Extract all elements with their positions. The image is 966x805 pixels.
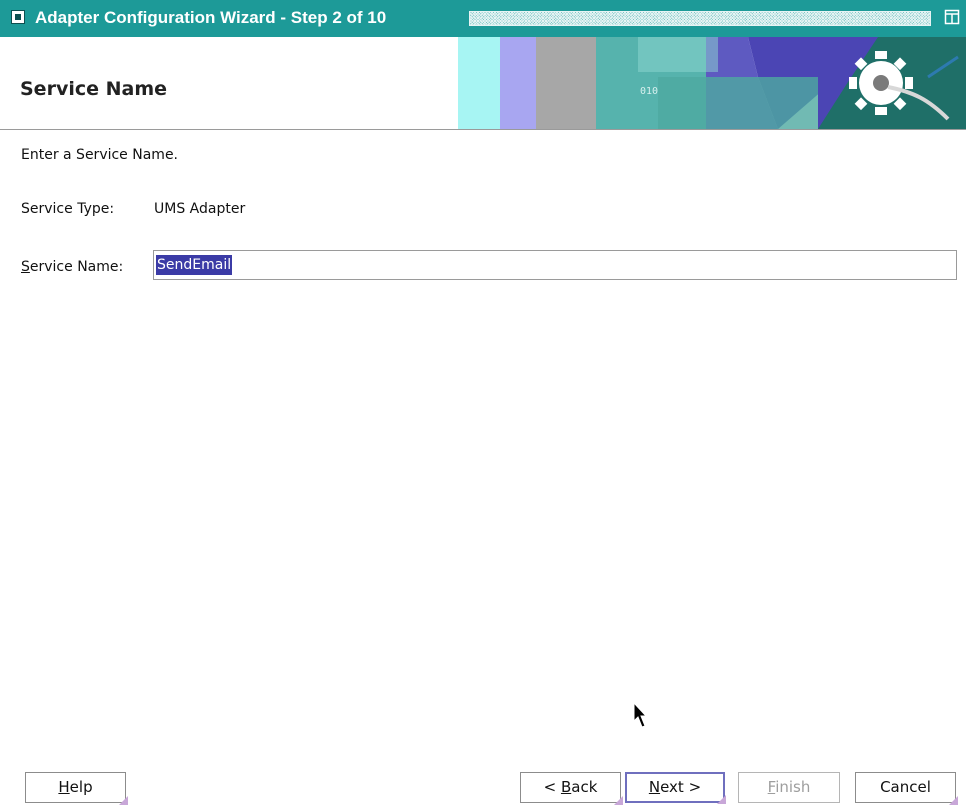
service-type-label: Service Type:: [21, 201, 115, 217]
page-title: Service Name: [20, 78, 168, 100]
window-menu-icon[interactable]: [11, 10, 25, 24]
back-button-mnemonic: B: [560, 778, 572, 796]
banner-binary-text: 010: [640, 86, 658, 97]
wizard-header: Service Name 010: [0, 37, 966, 129]
mouse-pointer-icon: [633, 702, 647, 728]
window-title: Adapter Configuration Wizard - Step 2 of…: [35, 8, 387, 27]
help-button-mnemonic: H: [58, 778, 70, 796]
wizard-banner-graphic: 010: [458, 37, 966, 129]
next-button[interactable]: Next >: [625, 772, 726, 804]
service-type-value: UMS Adapter: [154, 201, 246, 217]
cancel-button-label: Cancel: [880, 778, 931, 796]
window-title-bar[interactable]: Adapter Configuration Wizard - Step 2 of…: [0, 0, 966, 37]
service-name-value: SendEmail: [156, 255, 233, 275]
finish-button-rest: inish: [775, 778, 811, 796]
service-name-label: Service Name:: [21, 259, 123, 275]
finish-button[interactable]: Finish: [738, 772, 840, 803]
back-button-prefix: <: [543, 778, 561, 796]
help-button-rest: elp: [69, 778, 93, 796]
help-button[interactable]: Help: [25, 772, 128, 805]
next-button-mnemonic: N: [648, 778, 661, 796]
title-bar-pattern: [469, 11, 931, 26]
instruction-text: Enter a Service Name.: [21, 147, 179, 163]
service-name-input[interactable]: SendEmail: [153, 250, 957, 280]
back-button-rest: ack: [571, 778, 598, 796]
service-name-label-rest: ervice Name:: [29, 259, 124, 275]
cancel-button[interactable]: Cancel: [855, 772, 958, 805]
maximize-icon[interactable]: [944, 9, 960, 25]
service-name-label-mnemonic: S: [21, 259, 30, 275]
header-divider: [0, 129, 966, 130]
next-button-rest: ext >: [660, 778, 702, 796]
back-button[interactable]: < Back: [520, 772, 623, 805]
